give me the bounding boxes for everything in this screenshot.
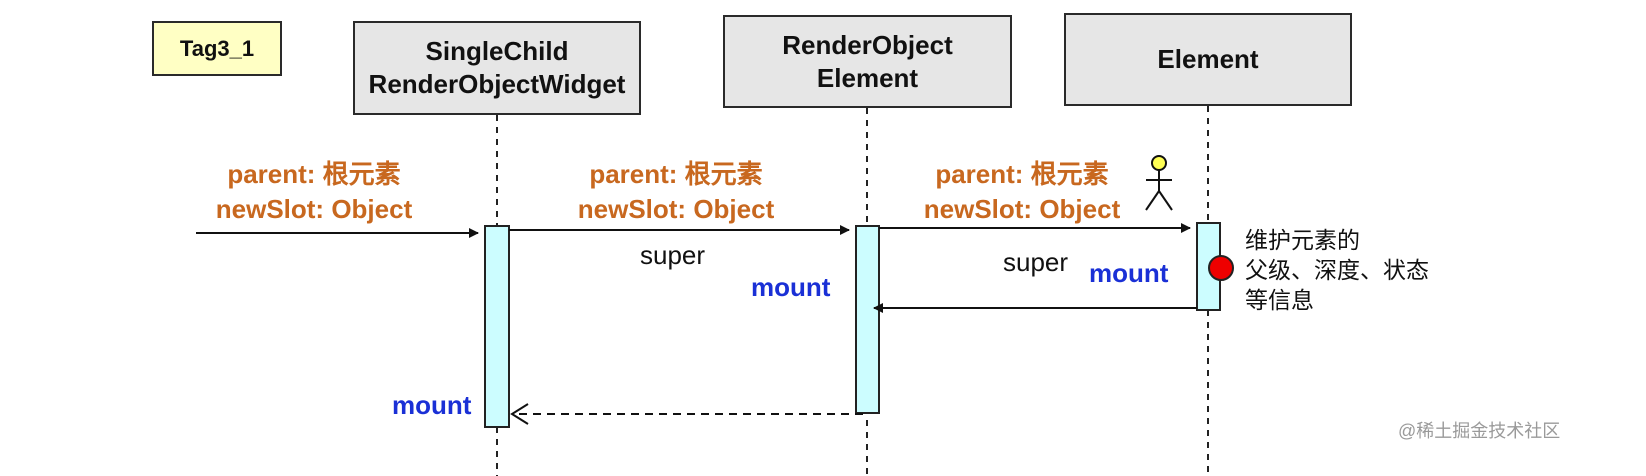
call-3-super-label: super xyxy=(1003,247,1069,277)
call-1-params: parent: 根元素 newSlot: Object xyxy=(215,159,413,224)
call-2-mount-label: mount xyxy=(751,272,831,302)
watermark: @稀土掘金技术社区 xyxy=(1398,421,1561,441)
breakpoint-marker-icon xyxy=(1208,255,1234,281)
call-3-params: parent: 根元素 newSlot: Object xyxy=(923,159,1121,224)
call-1-mount-label: mount xyxy=(392,390,472,420)
activation-renderobjectelement xyxy=(855,225,880,414)
actor-icon xyxy=(1145,155,1173,211)
call-3-mount-label: mount xyxy=(1089,258,1169,288)
call-2-super-label: super xyxy=(640,240,706,270)
element-note: 维护元素的 父级、深度、状态 等信息 xyxy=(1245,227,1429,313)
call-2-params: parent: 根元素 newSlot: Object xyxy=(577,159,775,224)
activation-widget xyxy=(484,225,510,428)
